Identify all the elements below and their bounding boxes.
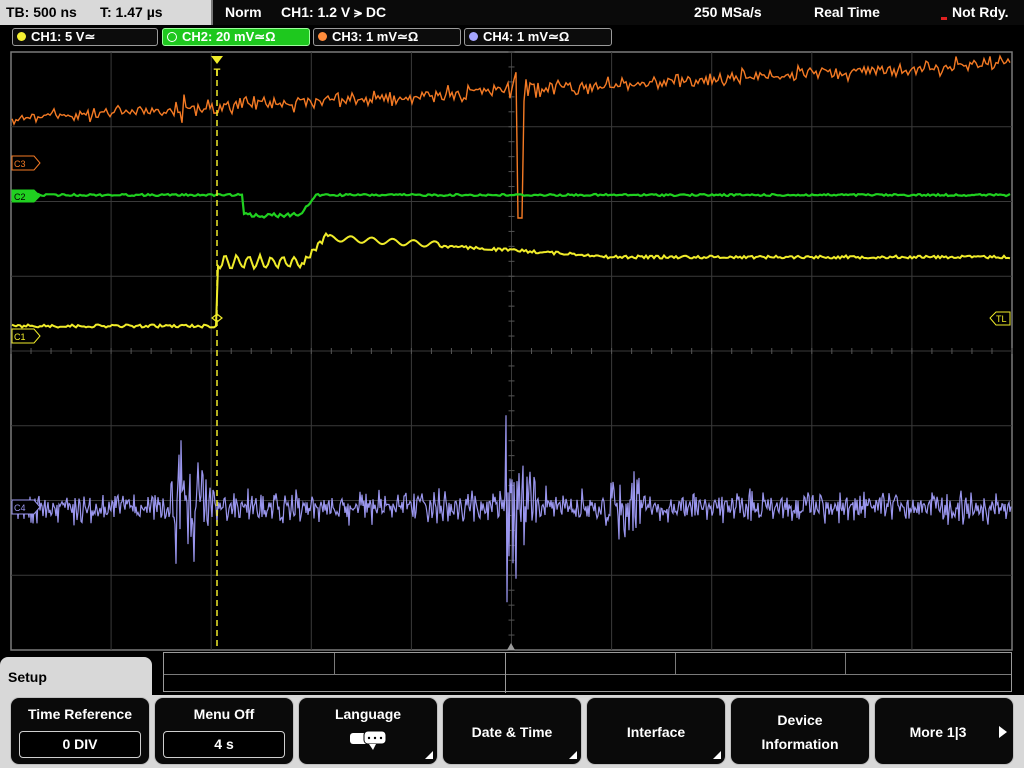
menu-off-label: Menu Off [193, 706, 255, 722]
sample-rate: 250 MSa/s [694, 4, 762, 20]
menu-edge [1014, 697, 1024, 765]
ch4-label: CH4: 1 mV≃Ω [483, 29, 570, 44]
ch1-label: CH1: 5 V≃ [31, 29, 96, 44]
more-label: More 1|3 [909, 724, 967, 740]
time-reference-value: 0 DIV [19, 731, 141, 758]
tab-ch2[interactable]: CH2: 20 mV≃Ω [162, 28, 310, 46]
time-reference-button[interactable]: Time Reference 0 DIV [10, 697, 150, 765]
interface-label: Interface [626, 724, 686, 740]
trigger-mode[interactable]: Norm [225, 4, 262, 20]
ch3-marker-label: C3 [14, 159, 26, 169]
trigger-time: T: 1.47 µs [100, 4, 163, 20]
overview-bar [163, 652, 1012, 693]
timebase: TB: 500 ns [6, 4, 77, 20]
more-button[interactable]: More 1|3 [874, 697, 1014, 765]
ch2-offset-marker[interactable]: C2 [11, 189, 41, 203]
menu-title: Setup [8, 669, 47, 685]
ch1-offset-marker[interactable]: C1 [11, 328, 41, 344]
submenu-indicator-icon [569, 751, 577, 759]
ch4-offset-marker[interactable]: C4 [11, 499, 41, 515]
menu-title-tab: Setup [0, 657, 152, 697]
interface-button[interactable]: Interface [586, 697, 726, 765]
ch2-marker-label: C2 [14, 192, 26, 202]
language-label: Language [334, 706, 402, 722]
time-reference-label: Time Reference [27, 706, 132, 722]
tab-ch4[interactable]: CH4: 1 mV≃Ω [464, 28, 612, 46]
date-time-label: Date & Time [471, 724, 553, 740]
trigger-level-label: TL [996, 314, 1007, 324]
trigger-info[interactable]: CH1: 1.2 V ⪫ DC [281, 4, 386, 21]
acquisition-mode: Real Time [814, 4, 880, 20]
timebase-box[interactable]: TB: 500 ns T: 1.47 µs [0, 0, 213, 25]
device-info-label-1: Device [777, 712, 823, 728]
speech-bubbles-icon [350, 730, 387, 750]
ch4-marker-label: C4 [14, 503, 26, 513]
ch3-offset-marker[interactable]: C3 [11, 155, 41, 171]
ch3-label: CH3: 1 mV≃Ω [332, 29, 419, 44]
submenu-indicator-icon [713, 751, 721, 759]
device-information-button[interactable]: Device Information [730, 697, 870, 765]
ch1-color-icon [17, 32, 26, 42]
status-bar: TB: 500 ns T: 1.47 µs Norm CH1: 1.2 V ⪫ … [0, 0, 1024, 25]
device-info-label-2: Information [761, 736, 839, 752]
channel-bar: CH1: 5 V≃ CH2: 20 mV≃Ω CH3: 1 mV≃Ω CH4: … [0, 27, 1024, 48]
acquisition-status: Not Rdy. [952, 4, 1009, 20]
tab-ch1[interactable]: CH1: 5 V≃ [12, 28, 158, 46]
ch3-color-icon [318, 32, 327, 42]
arrow-right-icon [999, 726, 1007, 738]
submenu-indicator-icon [425, 751, 433, 759]
date-time-button[interactable]: Date & Time [442, 697, 582, 765]
menu-off-value: 4 s [163, 731, 285, 758]
menu-off-button[interactable]: Menu Off 4 s [154, 697, 294, 765]
ch4-color-icon [469, 32, 478, 42]
tab-ch3[interactable]: CH3: 1 mV≃Ω [313, 28, 461, 46]
ch1-marker-label: C1 [14, 332, 26, 342]
trigger-marker-label: T [214, 67, 221, 79]
ch2-color-icon [167, 31, 177, 42]
language-button[interactable]: Language [298, 697, 438, 765]
status-indicator [941, 17, 947, 20]
ch2-label: CH2: 20 mV≃Ω [182, 29, 276, 44]
waveform-display[interactable]: T C3 C2 C1 C4 TL [0, 50, 1024, 652]
